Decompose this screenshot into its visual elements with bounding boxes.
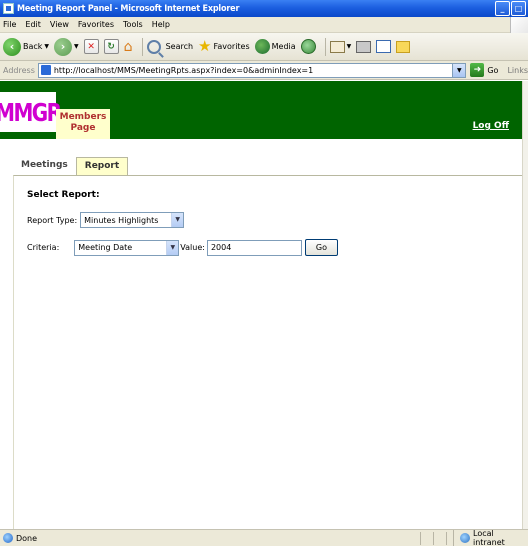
- window-titlebar: Meeting Report Panel - Microsoft Interne…: [0, 0, 528, 17]
- stop-icon: ✕: [83, 39, 99, 54]
- site-logo: MMGR: [0, 92, 62, 132]
- logo-text: MMGR: [0, 97, 62, 127]
- mail-dropdown-icon[interactable]: ▼: [347, 43, 352, 50]
- menu-tools[interactable]: Tools: [123, 20, 143, 29]
- address-label: Address: [3, 65, 35, 75]
- address-input[interactable]: http://localhost/MMS/MeetingRpts.aspx?in…: [37, 62, 467, 78]
- go-arrow-icon: ➜: [470, 63, 485, 77]
- back-dropdown-icon[interactable]: ▼: [44, 43, 49, 50]
- search-icon: [146, 39, 161, 54]
- report-type-value: Minutes Highlights: [84, 215, 159, 225]
- address-bar: Address http://localhost/MMS/MeetingRpts…: [0, 61, 528, 80]
- menu-view[interactable]: View: [50, 20, 69, 29]
- refresh-button[interactable]: ↻: [103, 39, 119, 54]
- ie-app-icon: [3, 3, 14, 14]
- security-zone: Local intranet: [453, 529, 528, 546]
- go-button[interactable]: Go: [304, 239, 338, 256]
- menu-favorites[interactable]: Favorites: [78, 20, 114, 29]
- home-icon: ⌂: [123, 38, 133, 55]
- mail-button[interactable]: ▼: [329, 40, 352, 53]
- value-input-text: 2004: [210, 243, 232, 252]
- links-button[interactable]: Links: [507, 66, 528, 75]
- window-controls: _ □: [495, 1, 526, 16]
- report-type-label: Report Type:: [27, 215, 78, 225]
- back-label: Back: [23, 42, 43, 51]
- menu-bar: File Edit View Favorites Tools Help: [0, 17, 528, 33]
- tab-strip: Meetings Report: [13, 157, 129, 176]
- maximize-button[interactable]: □: [511, 1, 526, 16]
- section-title: Select Report:: [27, 190, 100, 200]
- tab-report[interactable]: Report: [75, 157, 129, 176]
- edit-button[interactable]: [376, 40, 392, 53]
- forward-arrow-icon: ›: [54, 37, 73, 56]
- edit-icon: [376, 40, 392, 53]
- folder-icon: [396, 40, 411, 53]
- mail-icon: [329, 40, 345, 53]
- print-icon: [356, 40, 372, 53]
- globe-icon: [460, 533, 470, 543]
- vertical-scrollbar[interactable]: [522, 81, 528, 529]
- minimize-button[interactable]: _: [495, 1, 510, 16]
- status-bar: Done Local intranet: [0, 529, 528, 546]
- logoff-link[interactable]: Log Off: [473, 121, 509, 131]
- report-type-select[interactable]: Minutes Highlights ▼: [80, 212, 185, 228]
- address-url: http://localhost/MMS/MeetingRpts.aspx?in…: [53, 65, 314, 75]
- page-icon: [40, 65, 51, 75]
- address-go-label: Go: [487, 65, 499, 75]
- refresh-icon: ↻: [103, 39, 119, 54]
- tab-meetings[interactable]: Meetings: [13, 157, 76, 176]
- address-dropdown-icon[interactable]: ▼: [452, 63, 466, 77]
- folder-button[interactable]: [396, 40, 411, 53]
- members-page-banner: Members Page: [56, 109, 110, 139]
- site-header: MMGR Members Page Log Off: [0, 81, 522, 139]
- print-button[interactable]: [356, 40, 372, 53]
- forward-dropdown-icon[interactable]: ▼: [74, 43, 79, 50]
- value-label: Value:: [180, 243, 205, 252]
- stop-button[interactable]: ✕: [83, 39, 99, 54]
- back-arrow-icon: ‹: [3, 37, 21, 56]
- media-label: Media: [271, 42, 296, 51]
- home-button[interactable]: ⌂: [124, 39, 133, 55]
- toolbar-separator: [141, 37, 143, 56]
- favorites-button[interactable]: ★ Favorites: [198, 39, 250, 54]
- status-text: Done: [16, 533, 38, 543]
- window-title: Meeting Report Panel - Microsoft Interne…: [17, 3, 240, 14]
- search-button[interactable]: Search: [146, 39, 194, 54]
- menu-file[interactable]: File: [3, 20, 16, 29]
- status-pane: [420, 532, 433, 545]
- value-input[interactable]: 2004: [206, 239, 302, 256]
- history-icon: [300, 39, 316, 54]
- windows-logo-icon: [510, 17, 528, 33]
- forward-button[interactable]: › ▼: [54, 37, 79, 56]
- favorites-label: Favorites: [213, 42, 250, 51]
- media-button[interactable]: Media: [254, 39, 296, 54]
- toolbar-separator: [324, 37, 326, 56]
- criteria-select[interactable]: Meeting Date ▼: [74, 239, 180, 256]
- menu-edit[interactable]: Edit: [25, 20, 41, 29]
- report-type-row: Report Type: Minutes Highlights ▼: [27, 212, 185, 228]
- chevron-down-icon[interactable]: ▼: [171, 213, 184, 227]
- web-page: MMGR Members Page Log Off Meetings Report…: [0, 81, 522, 529]
- chevron-down-icon[interactable]: ▼: [166, 240, 179, 255]
- address-go-button[interactable]: ➜ Go: [470, 63, 498, 77]
- back-button[interactable]: ‹ Back ▼: [3, 37, 49, 56]
- search-label: Search: [165, 42, 194, 51]
- menu-help[interactable]: Help: [152, 20, 170, 29]
- media-icon: [254, 39, 270, 54]
- criteria-row: Criteria: Meeting Date ▼ Value: 2004 Go: [27, 239, 338, 256]
- status-pane: [433, 532, 446, 545]
- report-panel: Select Report: Report Type: Minutes High…: [13, 175, 522, 529]
- history-button[interactable]: [300, 39, 316, 54]
- criteria-label: Criteria:: [27, 243, 60, 252]
- ie-page-icon: [3, 533, 13, 543]
- zone-label: Local intranet: [473, 529, 505, 546]
- criteria-value: Meeting Date: [78, 243, 133, 252]
- star-icon: ★: [198, 37, 212, 55]
- browser-toolbar: ‹ Back ▼ › ▼ ✕ ↻ ⌂ Search ★ Favorites Me…: [0, 33, 528, 61]
